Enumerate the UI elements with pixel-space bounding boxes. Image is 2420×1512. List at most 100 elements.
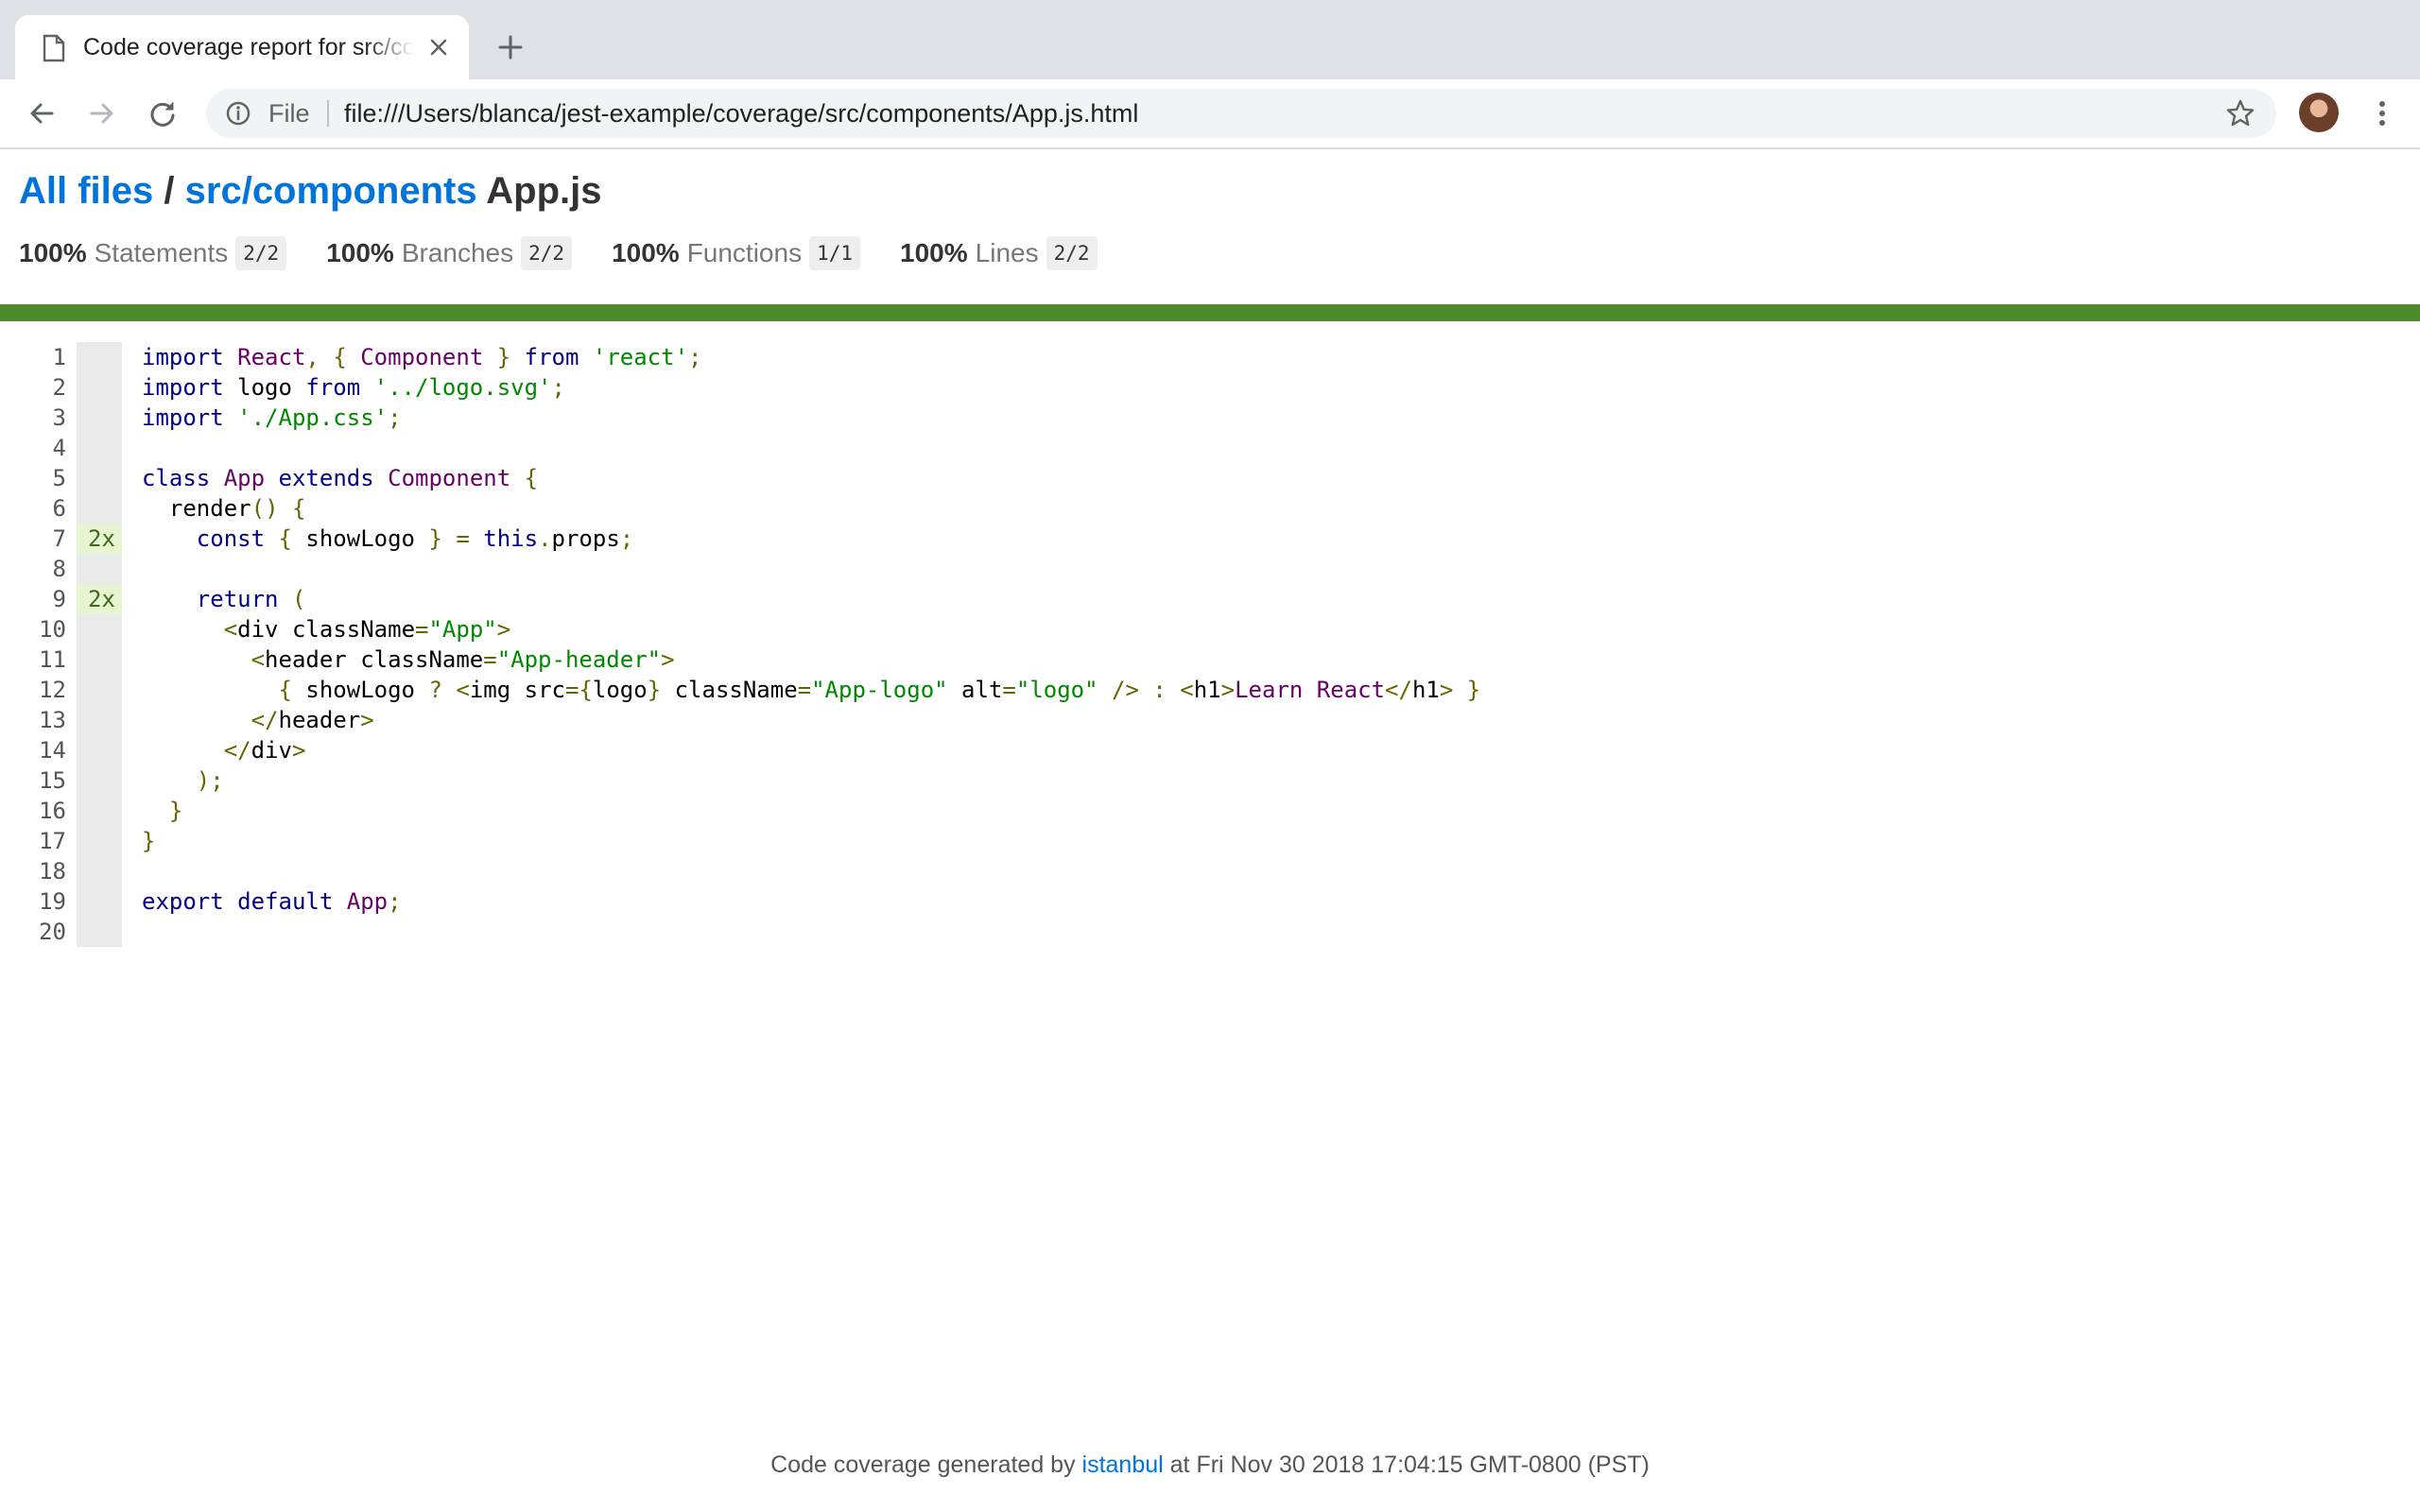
browser-toolbar: File file:///Users/blanca/jest-example/c… bbox=[0, 79, 2420, 149]
hit-count bbox=[77, 554, 122, 584]
tab-strip: Code coverage report for src/components/… bbox=[0, 0, 2420, 79]
page-icon bbox=[42, 34, 66, 62]
hit-count bbox=[77, 372, 122, 403]
hit-count bbox=[77, 644, 122, 675]
hit-count: 2x bbox=[77, 584, 122, 614]
browser-tab-active[interactable]: Code coverage report for src/components/… bbox=[15, 15, 469, 79]
hit-count bbox=[77, 433, 122, 463]
line-number: 9 bbox=[52, 586, 66, 612]
code-line: } bbox=[168, 798, 183, 824]
code-line: import React, { Component } from 'react'… bbox=[142, 344, 702, 370]
line-number: 12 bbox=[39, 677, 66, 703]
breadcrumb-all-files-link[interactable]: All files bbox=[19, 170, 153, 212]
hit-count-column: 2x 2x bbox=[77, 342, 122, 947]
coverage-status-bar bbox=[0, 304, 2420, 321]
stat-fraction: 2/2 bbox=[521, 236, 573, 270]
page-title: App.js bbox=[486, 170, 602, 212]
code-line: const { showLogo } = this.props; bbox=[196, 525, 634, 552]
arrow-right-icon[interactable] bbox=[83, 94, 121, 132]
istanbul-link[interactable]: istanbul bbox=[1082, 1452, 1164, 1478]
code-line: </div> bbox=[223, 737, 306, 764]
line-number: 20 bbox=[39, 919, 66, 945]
stat-statements: 100% Statements 2/2 bbox=[19, 236, 287, 270]
stat-fraction: 2/2 bbox=[1046, 236, 1098, 270]
hit-count bbox=[77, 886, 122, 917]
kebab-menu-icon[interactable] bbox=[2363, 94, 2401, 132]
footer-prefix: Code coverage generated by bbox=[770, 1452, 1076, 1478]
line-number: 10 bbox=[39, 616, 66, 643]
plus-icon[interactable] bbox=[492, 28, 529, 66]
line-number: 13 bbox=[39, 707, 66, 733]
line-number: 5 bbox=[52, 465, 66, 491]
line-number: 16 bbox=[39, 798, 66, 824]
code-line: return ( bbox=[196, 586, 306, 612]
stat-functions: 100% Functions 1/1 bbox=[612, 236, 861, 270]
code-line: </header> bbox=[251, 707, 374, 733]
stat-percentage: 100% bbox=[900, 238, 968, 267]
code-line: class App extends Component { bbox=[142, 465, 539, 491]
stat-fraction: 1/1 bbox=[809, 236, 861, 270]
url-text[interactable]: file:///Users/blanca/jest-example/covera… bbox=[344, 89, 1138, 138]
stat-label: Branches bbox=[401, 238, 514, 267]
line-number: 2 bbox=[52, 374, 66, 401]
star-icon[interactable] bbox=[2225, 98, 2256, 129]
scheme-label: File bbox=[268, 99, 310, 128]
footer: Code coverage generated by istanbul at F… bbox=[0, 1452, 2420, 1479]
hit-count bbox=[77, 856, 122, 886]
line-number: 7 bbox=[52, 525, 66, 552]
line-number: 4 bbox=[52, 435, 66, 461]
hit-count bbox=[77, 705, 122, 735]
stat-percentage: 100% bbox=[612, 238, 680, 267]
breadcrumb-separator: / bbox=[164, 170, 175, 212]
code-line: <div className="App"> bbox=[223, 616, 511, 643]
hit-count bbox=[77, 765, 122, 796]
line-number-column: 1 2 3 4 5 6 7 8 9 10 11 12 13 14 15 16 17 18 19 20 bbox=[0, 342, 68, 947]
stat-lines: 100% Lines 2/2 bbox=[900, 236, 1098, 270]
line-number: 3 bbox=[52, 404, 66, 431]
hit-count bbox=[77, 342, 122, 372]
code-line: { showLogo ? <img src={logo} className="… bbox=[278, 677, 1481, 703]
stat-label: Statements bbox=[94, 238, 229, 267]
address-bar[interactable]: File file:///Users/blanca/jest-example/c… bbox=[206, 89, 2276, 138]
code-line: } bbox=[142, 828, 156, 854]
hit-count bbox=[77, 614, 122, 644]
line-number: 19 bbox=[39, 888, 66, 915]
code-line: ); bbox=[196, 767, 224, 794]
hit-count bbox=[77, 796, 122, 826]
hit-count bbox=[77, 675, 122, 705]
stat-percentage: 100% bbox=[19, 238, 87, 267]
code-line: import './App.css'; bbox=[142, 404, 402, 431]
divider bbox=[327, 100, 329, 127]
avatar[interactable] bbox=[2299, 93, 2339, 132]
hit-count bbox=[77, 493, 122, 524]
coverage-report: All files / src/components App.js 100% S… bbox=[0, 149, 2420, 1512]
tab-title: Code coverage report for src/components/… bbox=[83, 34, 414, 60]
stat-fraction: 2/2 bbox=[235, 236, 287, 270]
breadcrumb-folder-link[interactable]: src/components bbox=[185, 170, 477, 212]
reload-icon[interactable] bbox=[144, 94, 182, 132]
code-line: export default App; bbox=[142, 888, 402, 915]
hit-count bbox=[77, 735, 122, 765]
arrow-left-icon[interactable] bbox=[23, 94, 60, 132]
source-code-column: import React, { Component } from 'react'… bbox=[122, 342, 1480, 947]
coverage-summary: 100% Statements 2/2 100% Branches 2/2 10… bbox=[19, 232, 1137, 274]
line-number: 8 bbox=[52, 556, 66, 582]
line-number: 18 bbox=[39, 858, 66, 885]
info-icon[interactable] bbox=[225, 100, 251, 127]
stat-branches: 100% Branches 2/2 bbox=[326, 236, 573, 270]
footer-timestamp: at Fri Nov 30 2018 17:04:15 GMT-0800 (PS… bbox=[1169, 1452, 1650, 1478]
line-number: 1 bbox=[52, 344, 66, 370]
stat-label: Functions bbox=[686, 238, 803, 267]
close-icon[interactable] bbox=[424, 32, 454, 62]
breadcrumb: All files / src/components App.js bbox=[19, 168, 601, 214]
source-code-table: 1 2 3 4 5 6 7 8 9 10 11 12 13 14 15 16 17 18 19 20 2x 2x imp… bbox=[0, 342, 1480, 947]
code-line: import logo from '../logo.svg'; bbox=[142, 374, 565, 401]
hit-count: 2x bbox=[77, 524, 122, 554]
line-number: 14 bbox=[39, 737, 66, 764]
hit-count bbox=[77, 826, 122, 856]
code-line: <header className="App-header"> bbox=[251, 646, 675, 673]
